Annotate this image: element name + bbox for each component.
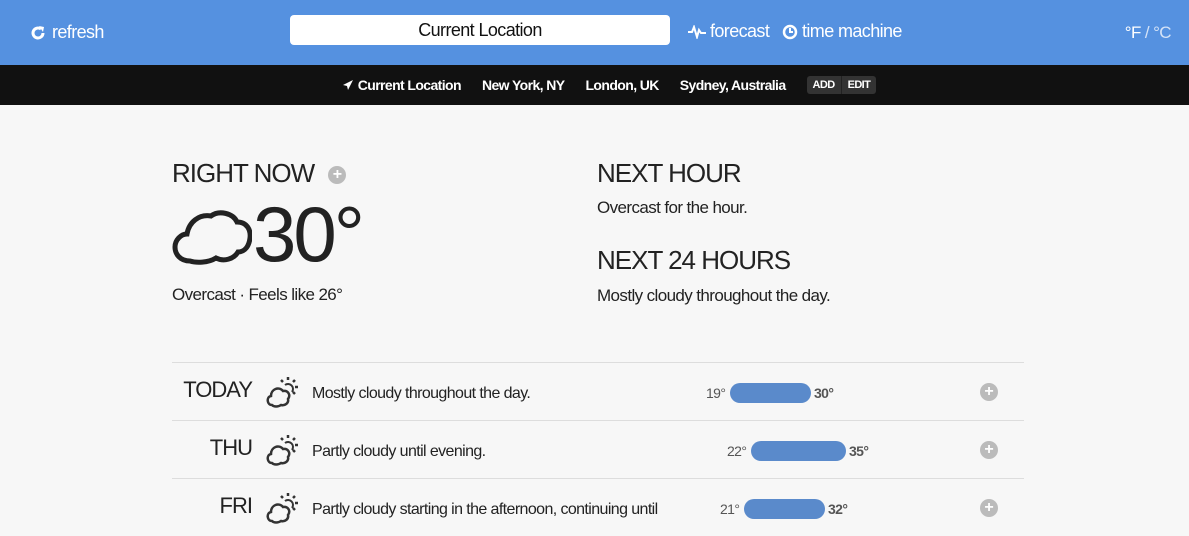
clock-icon [782,24,798,39]
location-new-york[interactable]: New York, NY [482,77,565,93]
saved-locations-bar: Current Location New York, NY London, UK… [0,65,1189,105]
next-24-text: Mostly cloudy throughout the day. [597,286,831,305]
temp-range-bar [730,383,811,403]
next-hour-heading: NEXT HOUR [597,158,742,188]
expand-day-icon[interactable]: + [980,499,998,517]
unit-toggle[interactable]: °F / °C [1125,23,1172,43]
temp-range-bar [744,499,825,519]
location-arrow-icon [342,80,353,90]
top-bar: refresh forecast time machine °F / °C [0,0,1189,65]
day-row[interactable]: TODAY Mostly cloudy throughout the day. … [172,362,1024,420]
add-button[interactable]: ADD [807,76,841,94]
refresh-button[interactable]: refresh [30,22,104,43]
daily-forecast-list: TODAY Mostly cloudy throughout the day. … [172,362,1024,536]
high-temp: 30° [814,385,834,401]
location-london[interactable]: London, UK [585,77,659,93]
day-summary: Partly cloudy starting in the afternoon,… [312,501,658,518]
forecast-link[interactable]: forecast [688,21,770,42]
low-temp: 22° [727,443,747,459]
location-actions: ADD EDIT [806,76,877,94]
refresh-icon [31,25,45,39]
unit-f[interactable]: °F [1125,23,1142,42]
cloud-icon [172,210,252,265]
high-temp: 35° [849,443,869,459]
expand-day-icon[interactable]: + [980,441,998,459]
day-label: THU [209,435,253,460]
low-temp: 21° [720,501,740,517]
expand-icon[interactable]: + [328,166,347,185]
day-label: TODAY [183,377,253,402]
day-label: FRI [219,493,253,518]
high-temp: 32° [828,501,848,517]
time-machine-link[interactable]: time machine [782,21,902,42]
partly-cloudy-icon [266,377,298,408]
day-row[interactable]: THU Partly cloudy until evening. 22° 35°… [172,420,1024,478]
day-summary: Partly cloudy until evening. [312,443,486,460]
location-search-input[interactable] [290,15,670,45]
unit-c[interactable]: °C [1153,23,1171,42]
day-row[interactable]: FRI Partly cloudy starting in the aftern… [172,478,1024,536]
partly-cloudy-icon [266,493,298,524]
current-summary: Overcast · Feels like 26° [172,285,343,304]
partly-cloudy-icon [266,435,298,466]
day-summary: Mostly cloudy throughout the day. [312,385,531,402]
location-current[interactable]: Current Location [342,77,462,93]
next-24-heading: NEXT 24 HOURS [597,245,791,275]
pulse-icon [688,24,706,39]
location-sydney[interactable]: Sydney, Australia [680,77,786,93]
temp-range-bar [751,441,846,461]
low-temp: 19° [706,385,726,401]
edit-button[interactable]: EDIT [840,76,877,94]
next-hour-text: Overcast for the hour. [597,198,748,217]
right-now-heading: RIGHT NOW + [172,158,347,189]
current-temperature: 30° [253,190,365,278]
expand-day-icon[interactable]: + [980,383,998,401]
